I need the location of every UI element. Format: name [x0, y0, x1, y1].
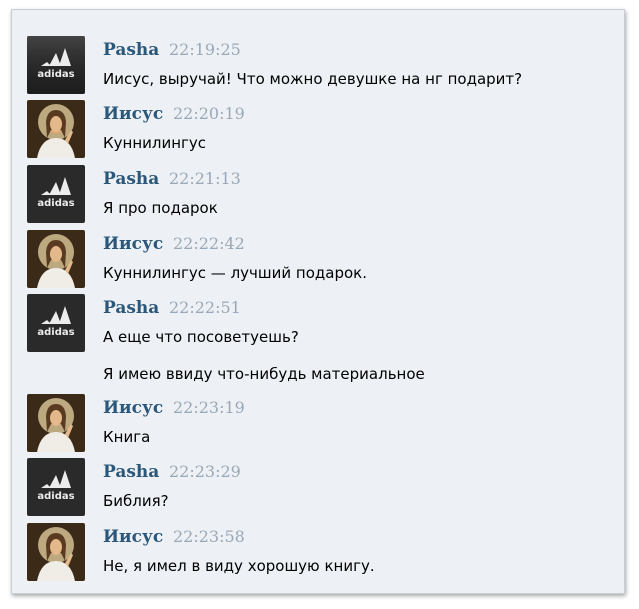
timestamp: 22:20:19 [173, 104, 245, 123]
message-text: Иисус, выручай! Что можно девушке на нг … [103, 70, 523, 88]
author-name[interactable]: Иисус [103, 527, 163, 547]
author-name[interactable]: Pasha [103, 298, 159, 318]
author-name[interactable]: Иисус [103, 398, 163, 418]
chat-window: adidas Pasha 22:19:25 Иисус, выручай! Чт… [11, 9, 625, 594]
avatar[interactable]: adidas [27, 165, 85, 223]
jesus-portrait-icon [27, 394, 85, 452]
adidas-logo-text: adidas [37, 69, 74, 80]
adidas-logo-icon: adidas [27, 294, 85, 352]
timestamp: 22:22:42 [173, 234, 245, 253]
adidas-logo-text: adidas [37, 491, 74, 502]
jesus-portrait-icon [27, 100, 85, 158]
avatar[interactable] [27, 523, 85, 581]
timestamp: 22:23:29 [169, 462, 241, 481]
message-text: А еще что посоветуешь? [103, 328, 299, 346]
timestamp: 22:19:25 [169, 40, 241, 59]
adidas-logo-icon: adidas [27, 165, 85, 223]
message-text: Не, я имел в виду хорошую книгу. [103, 557, 375, 575]
adidas-logo-text: adidas [37, 198, 74, 209]
adidas-logo-text: adidas [37, 327, 74, 338]
avatar[interactable] [27, 230, 85, 288]
message-text: Куннилингус — лучший подарок. [103, 264, 367, 282]
timestamp: 22:22:51 [169, 298, 241, 317]
message-text: Библия? [103, 492, 169, 510]
avatar[interactable]: adidas [27, 36, 85, 94]
avatar[interactable] [27, 100, 85, 158]
adidas-logo-icon: adidas [27, 458, 85, 516]
message-text: Книга [103, 428, 151, 446]
message-text: Куннилингус [103, 134, 207, 152]
adidas-logo-icon: adidas [27, 36, 85, 94]
timestamp: 22:23:58 [173, 527, 245, 546]
jesus-portrait-icon [27, 523, 85, 581]
jesus-portrait-icon [27, 230, 85, 288]
avatar[interactable]: adidas [27, 294, 85, 352]
author-name[interactable]: Иисус [103, 104, 163, 124]
author-name[interactable]: Pasha [103, 169, 159, 189]
author-name[interactable]: Pasha [103, 40, 159, 60]
message-text: Я имею ввиду что-нибудь материальное [103, 365, 425, 383]
author-name[interactable]: Иисус [103, 234, 163, 254]
avatar[interactable] [27, 394, 85, 452]
message-text: Я про подарок [103, 199, 218, 217]
author-name[interactable]: Pasha [103, 462, 159, 482]
avatar[interactable]: adidas [27, 458, 85, 516]
timestamp: 22:21:13 [169, 169, 241, 188]
timestamp: 22:23:19 [173, 398, 245, 417]
